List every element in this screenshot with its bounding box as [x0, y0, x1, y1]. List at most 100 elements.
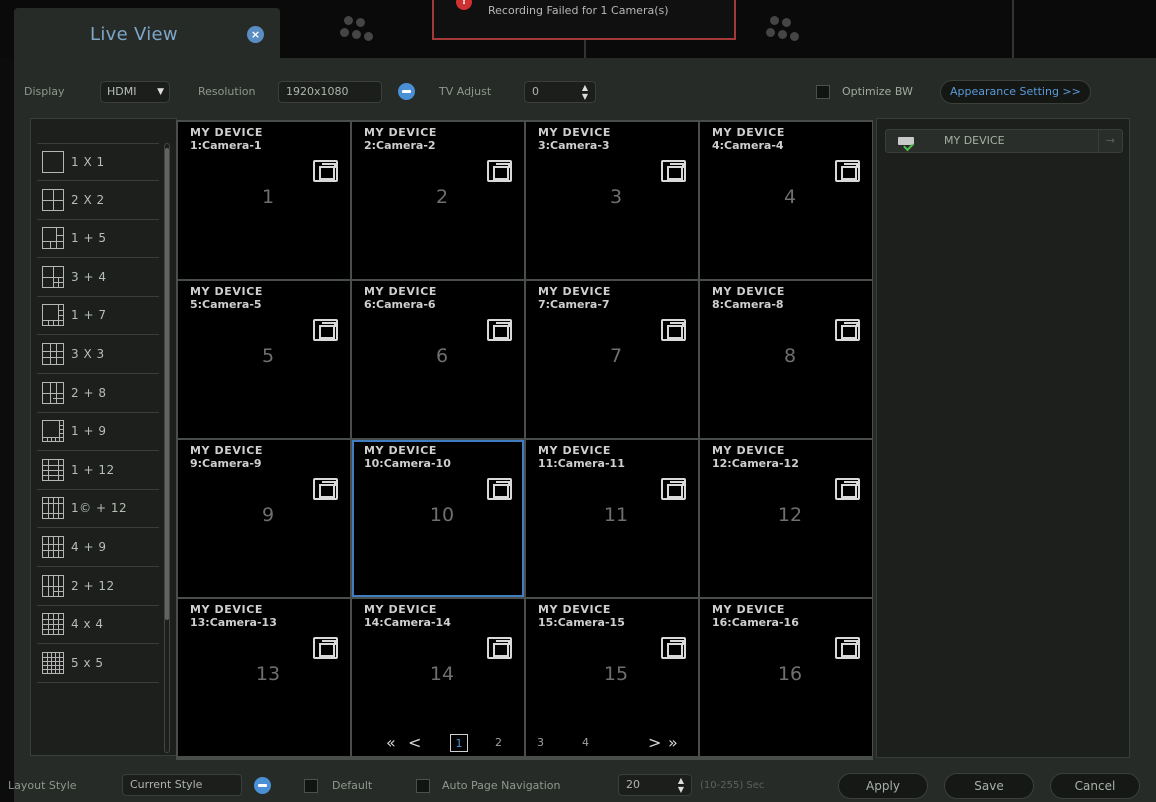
camera-cell[interactable]: MY DEVICE 2:Camera-2 2	[352, 122, 524, 279]
camera-switch-icon[interactable]	[661, 637, 686, 659]
camera-switch-icon[interactable]	[313, 160, 338, 182]
layout-option[interactable]: 4 + 9	[37, 529, 159, 567]
layout-style-button[interactable]	[254, 777, 271, 794]
layout-option[interactable]: 2 + 8	[37, 375, 159, 413]
camera-cell[interactable]: MY DEVICE 8:Camera-8 8	[700, 281, 872, 438]
layout-option[interactable]: 3 X 3	[37, 336, 159, 374]
camera-switch-icon[interactable]	[835, 160, 860, 182]
arrow-right-icon[interactable]: →	[1098, 130, 1122, 152]
layout-option[interactable]: 1 + 9	[37, 413, 159, 452]
camera-switch-icon[interactable]	[661, 160, 686, 182]
camera-cell[interactable]: MY DEVICE 11:Camera-11 11	[526, 440, 698, 597]
camera-cell[interactable]: MY DEVICE 10:Camera-10 10	[352, 440, 524, 597]
next-page-button[interactable]: >	[648, 733, 661, 753]
camera-switch-icon[interactable]	[313, 637, 338, 659]
scroll-thumb[interactable]	[165, 148, 169, 620]
first-page-button[interactable]: «	[386, 733, 396, 753]
camera-switch-icon[interactable]	[313, 478, 338, 500]
camera-cell[interactable]: MY DEVICE 1:Camera-1 1	[178, 122, 350, 279]
page-3-button[interactable]: 3	[537, 734, 544, 752]
layout-option[interactable]: 5 x 5	[37, 645, 159, 683]
device-row[interactable]: MY DEVICE →	[885, 129, 1123, 153]
page-4-button[interactable]: 4	[582, 734, 589, 752]
appearance-setting-button[interactable]: Appearance Setting >>	[940, 80, 1091, 104]
camera-switch-icon[interactable]	[487, 478, 512, 500]
layout-option-label: 4 + 9	[71, 540, 107, 554]
cancel-button[interactable]: Cancel	[1050, 773, 1140, 799]
last-page-button[interactable]: »	[668, 733, 678, 753]
default-checkbox[interactable]	[304, 779, 318, 793]
layout-option[interactable]: 1 + 5	[37, 220, 159, 259]
layout-style-field[interactable]: Current Style	[122, 774, 242, 796]
tab-live-view[interactable]: Live View ×	[14, 8, 280, 60]
page-1-button[interactable]: 1	[450, 734, 468, 752]
cell-channel-number: 10	[429, 504, 455, 526]
camera-cell[interactable]: MY DEVICE 16:Camera-16 16	[700, 599, 872, 756]
camera-switch-icon[interactable]	[661, 478, 686, 500]
layout-option[interactable]: 3 + 4	[37, 259, 159, 297]
camera-switch-icon[interactable]	[661, 319, 686, 341]
layout-option-label: 1 + 12	[71, 462, 115, 477]
apply-button[interactable]: Apply	[838, 773, 928, 799]
page-2-button[interactable]: 2	[495, 734, 502, 752]
layout-2p8-icon	[42, 381, 64, 404]
resolution-label: Resolution	[198, 85, 256, 98]
alert-icon: !	[456, 0, 472, 10]
layout-2p12-icon	[42, 574, 64, 597]
optimize-bw-checkbox[interactable]	[816, 85, 830, 99]
layout-2x2-icon	[42, 188, 64, 211]
layout-option[interactable]: 1 + 7	[37, 297, 159, 336]
stepper-arrows-icon[interactable]: ▲ ▼	[677, 776, 685, 794]
cell-device-name: MY DEVICE	[190, 444, 263, 457]
layout-1cp12-icon	[42, 497, 64, 520]
cell-channel-number: 2	[435, 186, 449, 208]
tv-adjust-value: 0	[532, 85, 539, 98]
layout-option[interactable]: 1 + 12	[37, 452, 159, 490]
layout-option-label: 3 X 3	[71, 347, 105, 361]
cell-channel-number: 11	[603, 504, 629, 526]
camera-cell[interactable]: MY DEVICE 3:Camera-3 3	[526, 122, 698, 279]
cell-channel-number: 5	[261, 345, 275, 367]
cell-channel-number: 9	[261, 504, 275, 526]
tv-adjust-stepper[interactable]: 0 ▲ ▼	[524, 81, 596, 103]
camera-cell[interactable]: MY DEVICE 12:Camera-12 12	[700, 440, 872, 597]
auto-page-label: Auto Page Navigation	[442, 779, 561, 792]
cell-device-name: MY DEVICE	[538, 285, 611, 298]
camera-switch-icon[interactable]	[487, 319, 512, 341]
display-label: Display	[24, 85, 65, 98]
camera-cell[interactable]: MY DEVICE 13:Camera-13 13	[178, 599, 350, 756]
layout-scrollbar[interactable]	[164, 143, 170, 753]
camera-switch-icon[interactable]	[835, 637, 860, 659]
camera-switch-icon[interactable]	[487, 160, 512, 182]
layout-option[interactable]: 2 X 2	[37, 182, 159, 220]
camera-cell[interactable]: MY DEVICE 7:Camera-7 7	[526, 281, 698, 438]
layout-option[interactable]: 4 x 4	[37, 606, 159, 645]
camera-cell[interactable]: MY DEVICE 9:Camera-9 9	[178, 440, 350, 597]
camera-switch-icon[interactable]	[835, 319, 860, 341]
resolution-apply-button[interactable]	[398, 83, 415, 100]
camera-switch-icon[interactable]	[835, 478, 860, 500]
layout-option-label: 1 + 7	[71, 308, 107, 323]
prev-page-button[interactable]: <	[408, 733, 421, 753]
display-select[interactable]: HDMI ▼	[100, 81, 170, 103]
auto-page-checkbox[interactable]	[416, 779, 430, 793]
cell-device-name: MY DEVICE	[712, 603, 785, 616]
layout-option[interactable]: 1 X 1	[37, 143, 159, 181]
cell-channel-number: 8	[783, 345, 797, 367]
stepper-arrows-icon[interactable]: ▲ ▼	[581, 83, 589, 101]
cell-channel-number: 14	[429, 663, 455, 685]
save-button[interactable]: Save	[944, 773, 1034, 799]
dvr-online-icon	[898, 137, 914, 145]
layout-5x5-icon	[42, 651, 64, 674]
camera-cell[interactable]: MY DEVICE 6:Camera-6 6	[352, 281, 524, 438]
resolution-field[interactable]: 1920x1080	[278, 81, 382, 103]
camera-switch-icon[interactable]	[487, 637, 512, 659]
layout-option[interactable]: 1© + 12	[37, 490, 159, 529]
camera-cell[interactable]: MY DEVICE 5:Camera-5 5	[178, 281, 350, 438]
layout-option[interactable]: 2 + 12	[37, 568, 159, 606]
camera-switch-icon[interactable]	[313, 319, 338, 341]
camera-cell[interactable]: MY DEVICE 4:Camera-4 4	[700, 122, 872, 279]
cell-camera-name: 11:Camera-11	[538, 457, 625, 470]
close-icon[interactable]: ×	[247, 26, 264, 43]
auto-page-stepper[interactable]: 20 ▲ ▼	[618, 774, 692, 796]
